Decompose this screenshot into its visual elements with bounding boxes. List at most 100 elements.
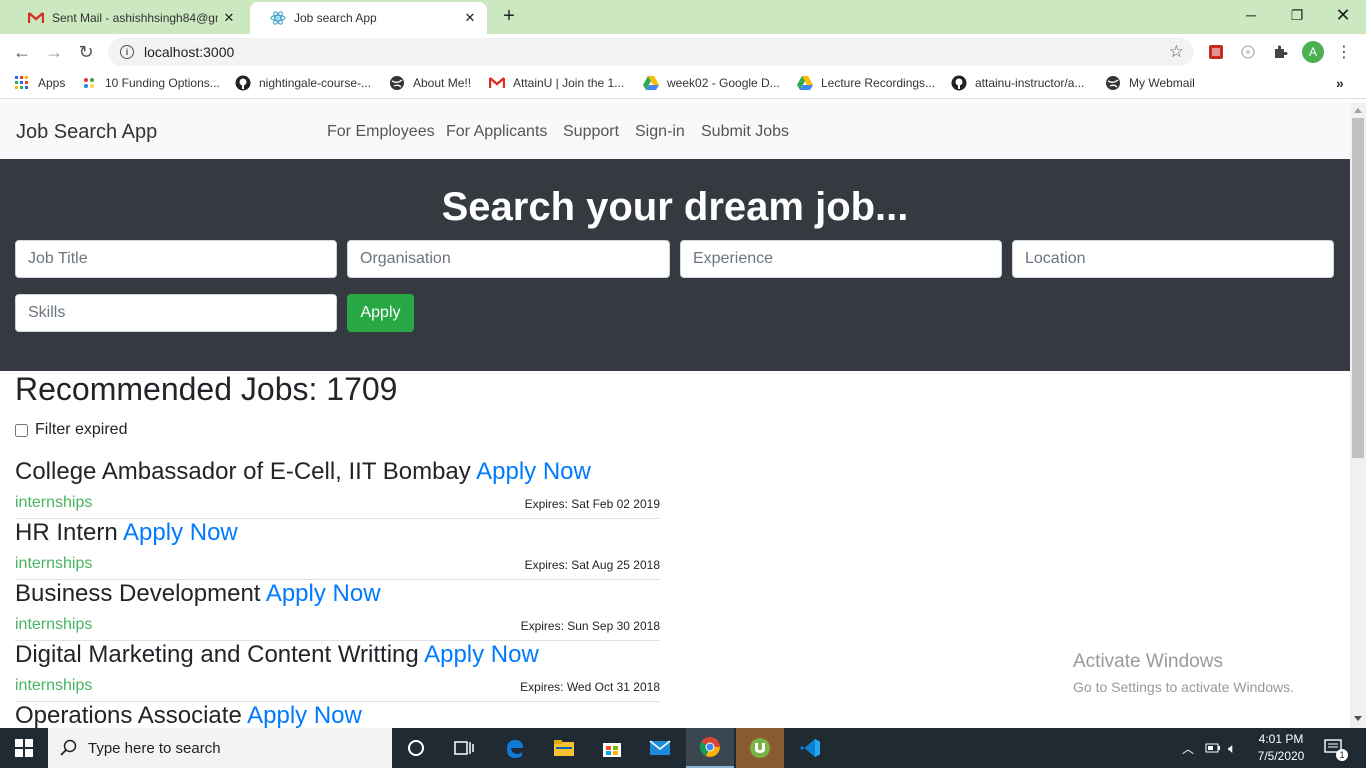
more-bookmarks-icon[interactable]: »	[1336, 75, 1344, 91]
browser-toolbar: ← → ↻ i localhost:3000 ☆ A ⋮	[0, 34, 1366, 70]
profile-avatar[interactable]: A	[1302, 41, 1324, 63]
close-window-button[interactable]: ✕	[1320, 0, 1366, 30]
cortana-icon[interactable]	[392, 728, 440, 768]
task-view-icon[interactable]	[440, 728, 488, 768]
taskbar-clock[interactable]: 4:01 PM 7/5/2020	[1248, 731, 1314, 765]
apply-now-link[interactable]: Apply Now	[123, 519, 238, 546]
tab-job-search[interactable]: Job search App ✕	[250, 2, 487, 34]
nav-for-applicants[interactable]: For Applicants	[446, 123, 547, 141]
minimize-button[interactable]: ─	[1228, 0, 1274, 30]
back-button[interactable]: ←	[10, 40, 34, 64]
reload-button[interactable]: ↻	[74, 40, 98, 64]
bookmark-lecture-recordings[interactable]: Lecture Recordings...	[797, 75, 935, 91]
activate-windows-watermark: Activate Windows Go to Settings to activ…	[1073, 651, 1294, 695]
vscode-icon[interactable]	[786, 728, 834, 768]
job-listing: Digital Marketing and Content Writting A…	[15, 641, 660, 702]
microsoft-store-icon[interactable]	[588, 728, 636, 768]
job-category: internships	[15, 677, 93, 694]
utorrent-icon[interactable]	[736, 728, 784, 768]
battery-icon[interactable]	[1205, 728, 1221, 768]
skills-input[interactable]	[15, 294, 337, 332]
bookmark-funding[interactable]: 10 Funding Options...	[81, 75, 220, 91]
organisation-input[interactable]	[347, 240, 670, 278]
job-category: internships	[15, 494, 93, 511]
search-hero: Search your dream job... Apply	[0, 159, 1350, 371]
job-expiry: Expires: Sun Sep 30 2018	[520, 619, 660, 633]
bookmark-star-icon[interactable]: ☆	[1169, 42, 1184, 62]
scroll-thumb[interactable]	[1352, 118, 1364, 458]
tab-sent-mail[interactable]: Sent Mail - ashishhsingh84@gmail.com ✕	[8, 2, 246, 34]
extension-red-icon[interactable]	[1206, 42, 1226, 62]
file-explorer-icon[interactable]	[540, 728, 588, 768]
filter-expired[interactable]: Filter expired	[15, 421, 127, 439]
scroll-down-arrow-icon[interactable]	[1354, 716, 1362, 721]
colorful-dots-icon	[81, 75, 97, 91]
tray-chevron-icon[interactable]: ︿	[1182, 728, 1194, 768]
address-bar[interactable]: i localhost:3000 ☆	[108, 38, 1194, 66]
bookmark-about-me[interactable]: About Me!!	[389, 75, 471, 91]
nav-for-employees[interactable]: For Employees	[327, 123, 435, 141]
forward-button[interactable]: →	[42, 40, 66, 64]
bookmark-apps[interactable]: Apps	[14, 75, 65, 91]
job-title-input[interactable]	[15, 240, 337, 278]
windows-taskbar: Type here to search ︿ 🔈︎ 4:01 PM 7/5/202…	[0, 728, 1366, 768]
apply-button[interactable]: Apply	[347, 294, 414, 332]
job-expiry: Expires: Sat Feb 02 2019	[524, 497, 660, 511]
notifications-icon[interactable]: 1	[1324, 728, 1348, 768]
new-tab-button[interactable]: +	[498, 5, 520, 27]
job-expiry: Expires: Sat Aug 25 2018	[524, 558, 660, 572]
bookmark-nightingale[interactable]: nightingale-course-...	[235, 75, 371, 91]
search-icon	[60, 739, 78, 761]
page-viewport: Job Search App For Employees For Applica…	[0, 103, 1350, 728]
extension-gray-icon[interactable]	[1238, 42, 1258, 62]
job-listing: Business Development Apply Now internshi…	[15, 580, 660, 641]
job-title: Operations Associate	[15, 702, 242, 728]
nav-submit-jobs[interactable]: Submit Jobs	[701, 123, 789, 141]
browser-menu-icon[interactable]: ⋮	[1334, 42, 1354, 62]
edge-icon[interactable]	[490, 728, 538, 768]
job-title: Digital Marketing and Content Writting	[15, 641, 419, 668]
job-listing: College Ambassador of E-Cell, IIT Bombay…	[15, 458, 660, 519]
apply-now-link[interactable]: Apply Now	[266, 580, 381, 607]
chrome-taskbar-icon[interactable]	[686, 728, 734, 768]
windows-start-icon[interactable]	[0, 728, 48, 768]
job-title: College Ambassador of E-Cell, IIT Bombay	[15, 458, 471, 485]
job-expiry: Expires: Wed Oct 31 2018	[520, 680, 660, 694]
nav-sign-in[interactable]: Sign-in	[635, 123, 685, 141]
react-icon	[270, 10, 286, 26]
extensions-puzzle-icon[interactable]	[1270, 42, 1290, 62]
google-drive-icon	[643, 75, 659, 91]
notification-count-badge: 1	[1336, 749, 1348, 761]
job-category: internships	[15, 555, 93, 572]
nav-support[interactable]: Support	[563, 123, 619, 141]
job-listing: HR Intern Apply Now internships Expires:…	[15, 519, 660, 580]
scroll-up-arrow-icon[interactable]	[1354, 108, 1362, 113]
github-icon	[235, 75, 251, 91]
page-scrollbar[interactable]	[1350, 103, 1366, 728]
close-tab-icon[interactable]: ✕	[459, 10, 481, 26]
site-info-icon[interactable]: i	[120, 45, 134, 59]
filter-expired-checkbox[interactable]	[15, 423, 28, 437]
volume-icon[interactable]: 🔈︎	[1228, 728, 1236, 768]
apply-now-link[interactable]: Apply Now	[247, 702, 362, 728]
apps-grid-icon	[14, 75, 30, 91]
tab-title: Job search App	[294, 11, 377, 25]
mail-icon[interactable]	[636, 728, 684, 768]
job-category: internships	[15, 616, 93, 633]
gmail-icon	[489, 75, 505, 91]
taskbar-search-box[interactable]: Type here to search	[48, 728, 392, 768]
close-tab-icon[interactable]: ✕	[218, 10, 240, 26]
bookmark-my-webmail[interactable]: My Webmail	[1105, 75, 1195, 91]
filter-expired-label: Filter expired	[35, 421, 128, 438]
apply-now-link[interactable]: Apply Now	[476, 458, 591, 485]
restore-button[interactable]: ❐	[1274, 0, 1320, 30]
job-title: Business Development	[15, 580, 261, 607]
apply-now-link[interactable]: Apply Now	[424, 641, 539, 668]
experience-input[interactable]	[680, 240, 1002, 278]
bookmark-attainu[interactable]: AttainU | Join the 1...	[489, 75, 624, 91]
bookmark-week02[interactable]: week02 - Google D...	[643, 75, 780, 91]
location-input[interactable]	[1012, 240, 1334, 278]
bookmark-attainu-instructor[interactable]: attainu-instructor/a...	[951, 75, 1084, 91]
globe-icon	[1105, 75, 1121, 91]
app-brand[interactable]: Job Search App	[16, 121, 157, 144]
